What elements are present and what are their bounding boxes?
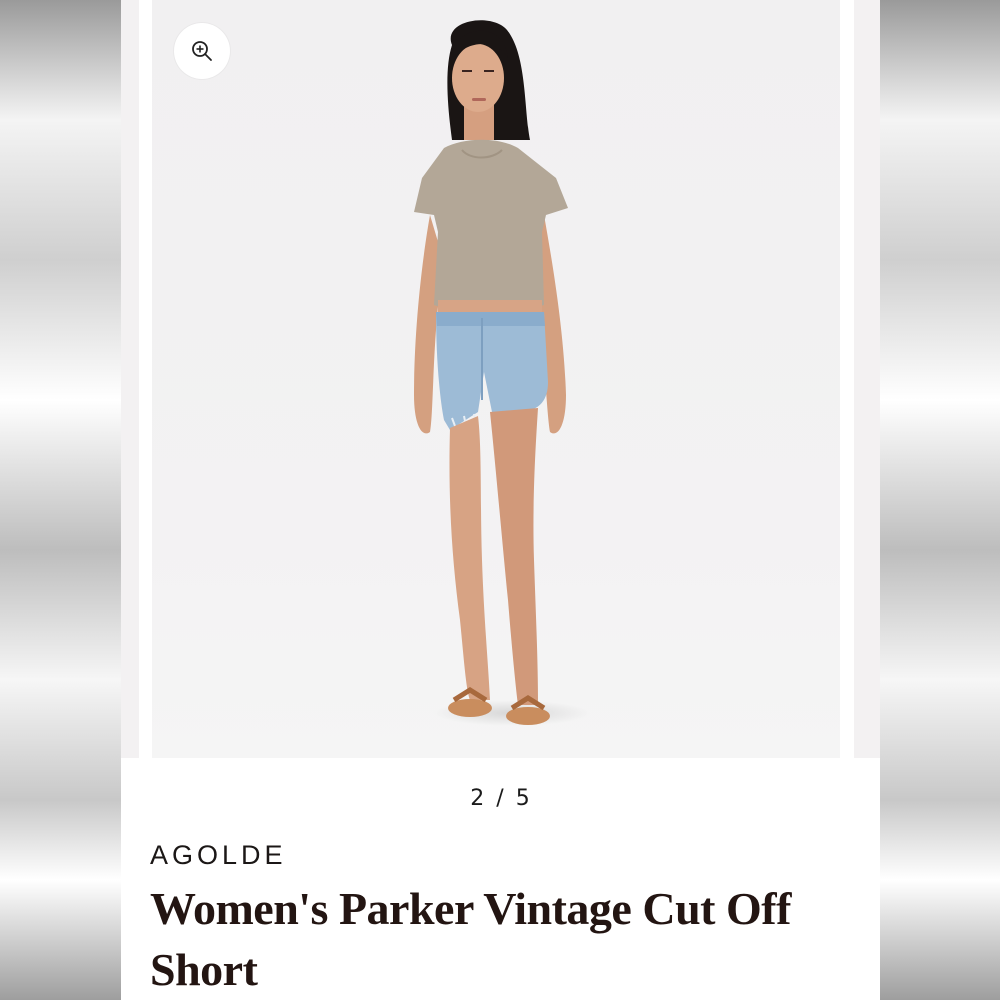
brand-name[interactable]: AGOLDE <box>150 840 287 871</box>
right-backdrop <box>880 0 1000 1000</box>
product-title: Women's Parker Vintage Cut Off Short <box>150 883 791 995</box>
zoom-in-icon <box>192 41 212 61</box>
zoom-button[interactable] <box>174 23 230 79</box>
next-slide-peek[interactable] <box>854 0 880 758</box>
product-image-slide[interactable] <box>152 0 840 758</box>
model-photo <box>414 20 568 725</box>
slide-counter: 2 / 5 <box>470 786 531 811</box>
previous-slide-peek[interactable] <box>121 0 139 758</box>
left-backdrop <box>0 0 121 1000</box>
product-image-gallery[interactable] <box>121 0 880 760</box>
